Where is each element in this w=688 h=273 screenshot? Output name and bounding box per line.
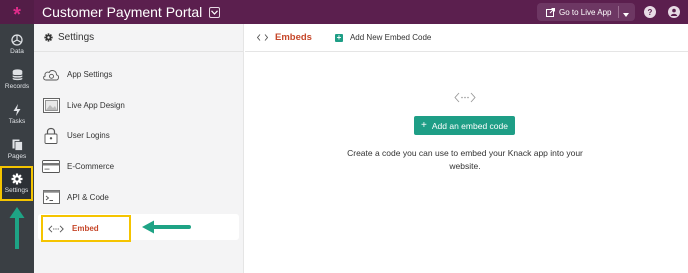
nav-label-data: Data [10, 47, 24, 55]
top-bar: * Customer Payment Portal Go to Live App… [0, 0, 688, 25]
go-to-live-app-label: Go to Live App [559, 7, 612, 17]
embed-placeholder-icon [454, 92, 476, 103]
nav-label-pages: Pages [7, 152, 27, 160]
settings-panel: Settings App Settings Live App Design Us… [34, 24, 244, 273]
go-to-live-app-button[interactable]: Go to Live App [537, 3, 635, 21]
nav-label-settings: Settings [4, 187, 29, 194]
settings-item-api-code[interactable]: API & Code [42, 185, 109, 209]
add-embed-code-button[interactable]: + Add an embed code [414, 116, 515, 135]
nav-item-pages[interactable]: Pages [0, 132, 34, 166]
external-link-icon [546, 7, 555, 17]
settings-item-live-app-design[interactable]: Live App Design [42, 93, 125, 117]
help-icon[interactable]: ? [644, 6, 656, 18]
settings-item-label: App Settings [67, 69, 113, 79]
lock-icon [42, 126, 60, 144]
data-icon [11, 33, 23, 46]
tab-embeds[interactable]: Embeds [257, 32, 312, 43]
embed-description: Create a code you can use to embed your … [347, 148, 583, 171]
chevron-down-icon [211, 9, 219, 15]
settings-item-embed-row[interactable]: Embed [38, 214, 239, 242]
settings-item-label: API & Code [67, 192, 109, 202]
embed-icon [48, 224, 64, 233]
annotation-arrow-left-icon [142, 220, 191, 234]
gear-icon [11, 173, 22, 185]
code-brackets-icon [257, 34, 268, 41]
annotation-arrow-up-icon [9, 207, 25, 249]
settings-item-label: E-Commerce [67, 161, 115, 171]
caret-down-icon[interactable] [623, 9, 629, 19]
tab-add-new-embed-code[interactable]: + Add New Embed Code [334, 32, 432, 42]
settings-item-user-logins[interactable]: User Logins [42, 123, 110, 147]
tab-add-new-embed-code-label: Add New Embed Code [349, 33, 432, 42]
tab-embeds-label: Embeds [275, 32, 312, 43]
settings-panel-header: Settings [34, 24, 243, 52]
design-icon [42, 96, 60, 114]
settings-item-app-settings[interactable]: App Settings [42, 62, 112, 86]
plus-square-icon: + [334, 32, 343, 42]
settings-item-label: User Logins [67, 130, 110, 140]
app-switcher-dropdown[interactable] [209, 6, 221, 18]
nav-label-records: Records [4, 82, 30, 90]
app-title: Customer Payment Portal [42, 4, 203, 20]
lightning-icon [13, 103, 21, 116]
settings-item-embed[interactable]: Embed [41, 215, 131, 242]
account-icon[interactable] [668, 6, 680, 18]
gear-icon [44, 33, 53, 42]
settings-panel-title: Settings [58, 32, 95, 43]
main-content: Embeds + Add New Embed Code + Add an emb… [245, 24, 688, 273]
app-settings-icon [42, 65, 60, 83]
nav-item-tasks[interactable]: Tasks [0, 97, 34, 131]
nav-item-records[interactable]: Records [0, 62, 34, 96]
terminal-icon [42, 188, 60, 206]
nav-label-tasks: Tasks [8, 117, 26, 125]
nav-item-data[interactable]: Data [0, 27, 34, 61]
ecommerce-icon [42, 157, 60, 175]
settings-item-e-commerce[interactable]: E-Commerce [42, 154, 114, 178]
records-icon [11, 68, 23, 80]
settings-item-label: Embed [72, 224, 99, 233]
knack-logo[interactable]: * [0, 0, 34, 25]
embeds-tab-bar: Embeds + Add New Embed Code [245, 24, 688, 52]
pages-icon [12, 139, 23, 151]
button-divider [618, 6, 619, 18]
left-nav: Data Records Tasks Pages Settings [0, 24, 34, 273]
nav-item-settings[interactable]: Settings [0, 166, 33, 201]
add-embed-code-label: Add an embed code [431, 120, 508, 131]
settings-item-label: Live App Design [67, 100, 125, 110]
plus-icon: + [421, 120, 427, 131]
